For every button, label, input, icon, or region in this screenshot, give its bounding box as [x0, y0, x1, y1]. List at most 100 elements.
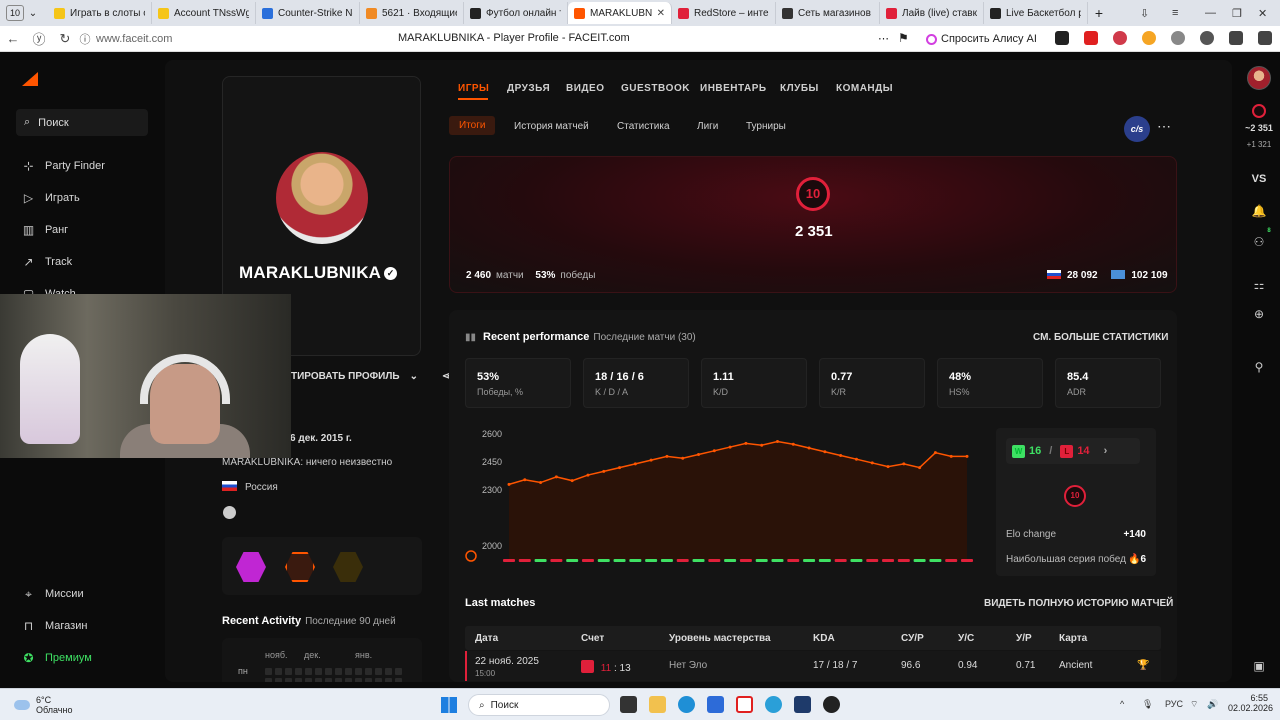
download-icon[interactable]	[1229, 31, 1243, 45]
nav-track[interactable]: ↗ Track	[22, 253, 72, 271]
elo-point[interactable]	[507, 482, 511, 486]
elo-point[interactable]	[618, 466, 622, 470]
result-win-mark[interactable]	[803, 559, 816, 562]
elo-point[interactable]	[744, 441, 748, 445]
elo-point[interactable]	[807, 446, 811, 450]
browser-tab[interactable]: Футбол онлайн тр	[464, 2, 568, 24]
browser-tab[interactable]: Account TNssWgF	[152, 2, 256, 24]
faceit-badge-icon[interactable]	[285, 552, 315, 582]
telegram-icon[interactable]	[765, 696, 782, 713]
nav-shop[interactable]: ⊓ Магазин	[22, 617, 88, 635]
friends-icon[interactable]: ⚇	[1251, 235, 1267, 251]
result-loss-mark[interactable]	[739, 559, 752, 562]
profile-icon[interactable]: ⚲	[1251, 360, 1267, 376]
result-win-mark[interactable]	[692, 559, 705, 562]
result-win-mark[interactable]	[913, 559, 926, 562]
steam-icon[interactable]	[794, 696, 811, 713]
full-history-link[interactable]: ВИДЕТЬ ПОЛНУЮ ИСТОРИЮ МАТЧЕЙ	[984, 598, 1173, 609]
faceit-logo-icon[interactable]	[22, 72, 38, 86]
network-icon[interactable]: ⌔	[1190, 699, 1198, 710]
tab-games[interactable]: ИГРЫ	[458, 83, 489, 94]
gg-badge-icon[interactable]	[236, 552, 266, 582]
app-icon[interactable]	[823, 696, 840, 713]
table-row[interactable]: 22 нояб. 2025 15:00 11 : 13 Нет Эло 17 /…	[465, 651, 1161, 681]
result-win-mark[interactable]	[850, 559, 863, 562]
browser-tab[interactable]: MARAKLUBNIK ✕	[568, 2, 672, 24]
back-icon[interactable]: ←	[0, 31, 26, 46]
game-select-button[interactable]: c/s	[1124, 116, 1150, 142]
elo-point[interactable]	[933, 451, 937, 455]
play-icon[interactable]	[1200, 31, 1214, 45]
result-win-mark[interactable]	[597, 559, 610, 562]
elo-point[interactable]	[728, 445, 732, 449]
result-win-mark[interactable]	[755, 559, 768, 562]
result-loss-mark[interactable]	[945, 559, 958, 562]
edge-icon[interactable]	[678, 696, 695, 713]
elo-point[interactable]	[570, 479, 574, 483]
result-win-mark[interactable]	[724, 559, 737, 562]
tray-chevron-icon[interactable]: ^	[1120, 699, 1124, 709]
reload-icon[interactable]: ↻	[52, 31, 78, 47]
elo-point[interactable]	[712, 449, 716, 453]
elo-point[interactable]	[681, 456, 685, 460]
browser-tab[interactable]: RedStore – интерн	[672, 2, 776, 24]
elo-point[interactable]	[839, 453, 843, 457]
extension-icon[interactable]	[1113, 31, 1127, 45]
url-text[interactable]: www.faceit.com	[96, 33, 172, 45]
bookmark-icon[interactable]: ⚑	[898, 31, 909, 45]
win-loss-button[interactable]: W 16 / L 14 ›	[1006, 438, 1140, 464]
subtab-leagues[interactable]: Лиги	[697, 121, 718, 132]
result-win-mark[interactable]	[629, 559, 642, 562]
result-loss-mark[interactable]	[961, 559, 973, 562]
elo-point[interactable]	[760, 443, 764, 447]
elo-point[interactable]	[633, 462, 637, 466]
globe-icon[interactable]	[1171, 31, 1185, 45]
edit-profile-button[interactable]: ТИРОВАТЬ ПРОФИЛЬ	[291, 371, 400, 382]
downloads-icon[interactable]: ⇩	[1140, 0, 1149, 26]
tab-inventory[interactable]: ИНВЕНТАРЬ	[700, 83, 767, 94]
result-loss-mark[interactable]	[550, 559, 563, 562]
elo-point[interactable]	[791, 442, 795, 446]
browser-tab[interactable]: Лайв (live) ставки	[880, 2, 984, 24]
close-window-icon[interactable]: ✕	[1258, 0, 1267, 26]
subtab-tournaments[interactable]: Турниры	[746, 121, 786, 132]
vs-button[interactable]: VS	[1238, 173, 1280, 185]
result-loss-mark[interactable]	[882, 559, 895, 562]
result-win-mark[interactable]	[771, 559, 784, 562]
tab-counter[interactable]: 10	[6, 5, 24, 21]
elo-point[interactable]	[665, 454, 669, 458]
nav-missions[interactable]: ⌖ Миссии	[22, 585, 84, 603]
bell-icon[interactable]: 🔔	[1251, 204, 1267, 220]
new-tab-button[interactable]: +	[1088, 5, 1110, 21]
taskbar-search[interactable]: ⌕ Поиск	[468, 694, 610, 716]
tab-friends[interactable]: ДРУЗЬЯ	[507, 83, 550, 94]
result-win-mark[interactable]	[566, 559, 579, 562]
elo-point[interactable]	[649, 458, 653, 462]
result-win-mark[interactable]	[929, 559, 942, 562]
tab-teams[interactable]: КОМАНДЫ	[836, 83, 893, 94]
chat-icon[interactable]: ▣	[1251, 659, 1267, 675]
windows-start-icon[interactable]	[441, 697, 457, 713]
elo-point[interactable]	[870, 461, 874, 465]
elo-point[interactable]	[697, 453, 701, 457]
youtube-icon[interactable]	[1084, 31, 1098, 45]
result-loss-mark[interactable]	[503, 559, 515, 562]
weather-widget[interactable]: 6°C Облачно	[14, 695, 72, 715]
result-win-mark[interactable]	[613, 559, 626, 562]
elo-point[interactable]	[823, 450, 827, 454]
tab-guestbook[interactable]: GUESTBOOK	[621, 83, 690, 94]
result-win-mark[interactable]	[645, 559, 658, 562]
nav-premium[interactable]: ✪ Премиум	[22, 649, 91, 667]
result-loss-mark[interactable]	[518, 559, 531, 562]
elo-point[interactable]	[886, 465, 890, 469]
see-more-stats-link[interactable]: СМ. БОЛЬШЕ СТАТИСТИКИ	[1033, 332, 1168, 343]
elo-point[interactable]	[539, 481, 543, 485]
subtab-match-history[interactable]: История матчей	[514, 121, 589, 132]
gold-badge-icon[interactable]	[333, 552, 363, 582]
subtab-overview[interactable]: Итоги	[449, 116, 496, 135]
search-button[interactable]: ⌕ Поиск	[16, 109, 148, 136]
alice-button[interactable]: Спросить Алису AI	[920, 30, 1043, 48]
elo-point[interactable]	[775, 439, 779, 443]
elo-point[interactable]	[523, 478, 527, 482]
elo-point[interactable]	[602, 469, 606, 473]
